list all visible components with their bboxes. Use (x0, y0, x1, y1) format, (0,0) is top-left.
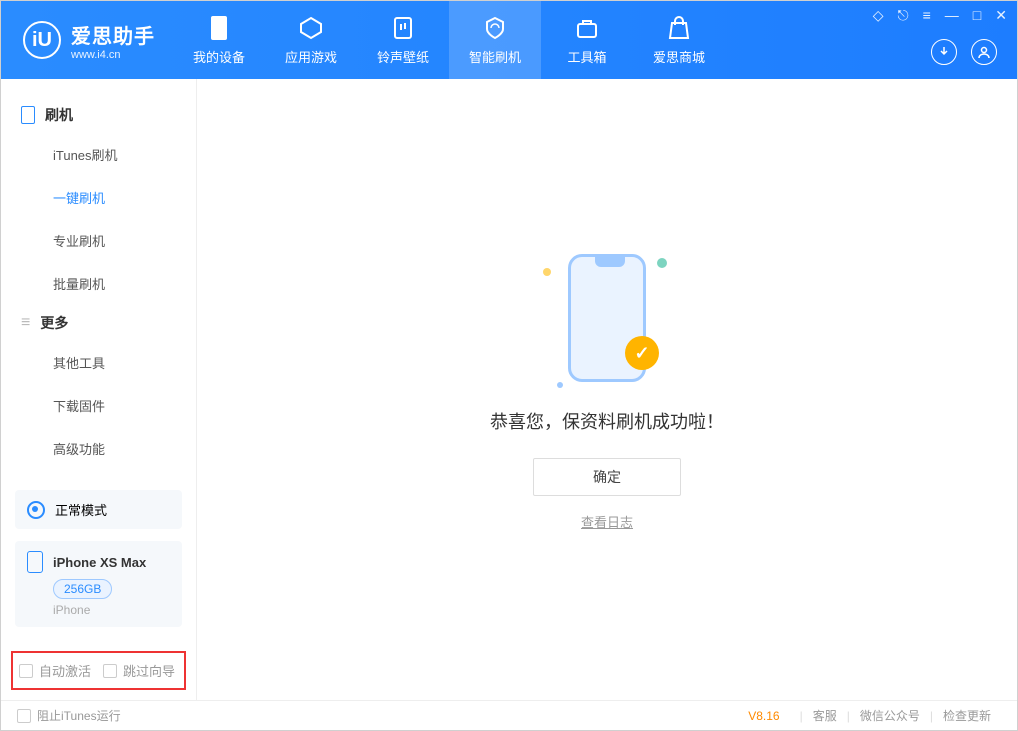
sidebar-item-batch-flash[interactable]: 批量刷机 (1, 262, 196, 305)
version-label: V8.16 (748, 709, 779, 723)
toolbox-icon (574, 15, 600, 41)
user-button[interactable] (971, 39, 997, 65)
logo[interactable]: iU 爱思助手 www.i4.cn (1, 20, 173, 61)
group-title: 刷机 (45, 105, 73, 125)
logo-icon: iU (23, 21, 61, 59)
device-name: iPhone XS Max (53, 555, 146, 570)
main-nav: 我的设备 应用游戏 铃声壁纸 智能刷机 工具箱 爱思商城 (173, 1, 725, 79)
highlighted-options: 自动激活 跳过向导 (11, 651, 186, 690)
auto-activate-checkbox[interactable]: 自动激活 (19, 661, 91, 680)
footer-link-wechat[interactable]: 微信公众号 (860, 707, 920, 724)
sidebar-item-itunes-flash[interactable]: iTunes刷机 (1, 133, 196, 176)
view-log-link[interactable]: 查看日志 (581, 512, 633, 531)
phone-outline-icon (21, 106, 35, 124)
list-icon: ≡ (21, 314, 30, 332)
nav-toolbox[interactable]: 工具箱 (541, 1, 633, 79)
sidebar-group-flash: 刷机 (1, 97, 196, 133)
checkbox-label: 自动激活 (39, 661, 91, 680)
checkbox-icon (19, 664, 33, 678)
shirt-icon[interactable]: ◇ (873, 7, 884, 24)
nav-store[interactable]: 爱思商城 (633, 1, 725, 79)
device-card[interactable]: iPhone XS Max 256GB iPhone (15, 541, 182, 627)
sidebar-item-download-firmware[interactable]: 下载固件 (1, 384, 196, 427)
sidebar-item-oneclick-flash[interactable]: 一键刷机 (1, 176, 196, 219)
nav-label: 我的设备 (193, 47, 245, 66)
minimize-icon[interactable]: — (945, 7, 959, 24)
main-content: ✓ 恭喜您，保资料刷机成功啦！ 确定 查看日志 (197, 79, 1017, 700)
nav-label: 智能刷机 (469, 47, 521, 66)
nav-apps[interactable]: 应用游戏 (265, 1, 357, 79)
checkbox-label: 跳过向导 (123, 661, 175, 680)
device-type: iPhone (53, 603, 170, 617)
window-controls: ◇ ⎋ ≡ — □ ✕ (873, 7, 1007, 24)
lock-icon[interactable]: ⎋ (898, 7, 909, 24)
app-subtitle: www.i4.cn (71, 49, 155, 61)
group-title: 更多 (40, 313, 68, 333)
header: iU 爱思助手 www.i4.cn 我的设备 应用游戏 铃声壁纸 智能刷机 工具… (1, 1, 1017, 79)
download-button[interactable] (931, 39, 957, 65)
checkbox-icon (103, 664, 117, 678)
sidebar-item-other-tools[interactable]: 其他工具 (1, 341, 196, 384)
check-icon: ✓ (625, 336, 659, 370)
success-message: 恭喜您，保资料刷机成功啦！ (490, 408, 724, 434)
success-illustration: ✓ (537, 248, 677, 388)
sidebar: 刷机 iTunes刷机 一键刷机 专业刷机 批量刷机 ≡ 更多 其他工具 下载固… (1, 79, 197, 700)
nav-flash[interactable]: 智能刷机 (449, 1, 541, 79)
mode-icon (27, 501, 45, 519)
nav-label: 工具箱 (567, 47, 606, 66)
sidebar-item-pro-flash[interactable]: 专业刷机 (1, 219, 196, 262)
nav-label: 应用游戏 (285, 47, 337, 66)
checkbox-icon (17, 709, 31, 723)
app-title: 爱思助手 (71, 20, 155, 49)
close-icon[interactable]: ✕ (995, 7, 1007, 24)
sidebar-item-advanced[interactable]: 高级功能 (1, 427, 196, 470)
phone-icon (27, 551, 43, 573)
nav-label: 铃声壁纸 (377, 47, 429, 66)
footer: 阻止iTunes运行 V8.16 | 客服 | 微信公众号 | 检查更新 (1, 700, 1017, 730)
apps-icon (298, 15, 324, 41)
sidebar-group-more: ≡ 更多 (1, 305, 196, 341)
ringtone-icon (390, 15, 416, 41)
footer-link-support[interactable]: 客服 (813, 707, 837, 724)
footer-link-update[interactable]: 检查更新 (943, 707, 991, 724)
mode-label: 正常模式 (55, 500, 107, 519)
device-icon (206, 15, 232, 41)
flash-icon (482, 15, 508, 41)
maximize-icon[interactable]: □ (973, 7, 981, 24)
checkbox-label: 阻止iTunes运行 (37, 707, 121, 724)
nav-ringtones[interactable]: 铃声壁纸 (357, 1, 449, 79)
skip-guide-checkbox[interactable]: 跳过向导 (103, 661, 175, 680)
nav-label: 爱思商城 (653, 47, 705, 66)
storage-badge: 256GB (53, 579, 112, 599)
mode-card[interactable]: 正常模式 (15, 490, 182, 529)
store-icon (666, 15, 692, 41)
menu-icon[interactable]: ≡ (923, 7, 931, 24)
confirm-button[interactable]: 确定 (533, 458, 681, 496)
block-itunes-checkbox[interactable]: 阻止iTunes运行 (17, 707, 121, 724)
nav-my-device[interactable]: 我的设备 (173, 1, 265, 79)
